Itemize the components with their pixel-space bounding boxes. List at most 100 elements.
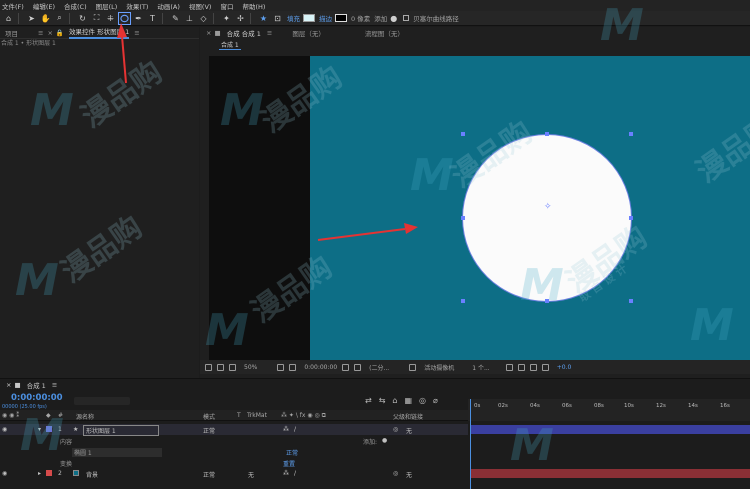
playhead[interactable]: [470, 399, 471, 489]
roto-brush-tool-icon[interactable]: ✦: [221, 13, 232, 24]
menu-layer[interactable]: 图层(L): [96, 1, 118, 11]
tab-effect-controls[interactable]: 效果控件 形状图层 1: [69, 26, 130, 39]
close-icon[interactable]: ×: [6, 381, 11, 389]
pen-tool-icon[interactable]: ✒: [133, 13, 144, 24]
parent-select[interactable]: 无: [406, 426, 412, 435]
stroke-color-swatch[interactable]: [335, 14, 347, 22]
comp-canvas[interactable]: ✧: [310, 56, 750, 360]
bbox-handle-bottom-right[interactable]: [629, 299, 633, 303]
bbox-handle-bottom[interactable]: [545, 299, 549, 303]
layer-mode-select[interactable]: 正常: [203, 470, 215, 479]
trkmat-select[interactable]: 无: [248, 470, 254, 479]
switch-shy-icon[interactable]: ⁂: [283, 426, 289, 433]
visibility-icon[interactable]: ◉: [2, 470, 7, 477]
type-tool-icon[interactable]: T: [147, 13, 158, 24]
color-channels-icon[interactable]: [354, 363, 362, 371]
layer-row[interactable]: ◉ ▸ 2 背景 正常 无 ⁂ / ◎ 无: [0, 468, 468, 479]
panel-menu-icon[interactable]: ≡: [52, 381, 57, 389]
pan-behind-tool-icon[interactable]: ⁜: [105, 13, 116, 24]
anchor-point-icon[interactable]: ✧: [544, 203, 552, 212]
fill-label[interactable]: 填充: [287, 13, 300, 23]
panel-menu-icon[interactable]: ≡: [267, 29, 272, 37]
tab-timeline-comp[interactable]: 合成 1: [27, 380, 46, 390]
views-layout-icon[interactable]: [505, 363, 513, 371]
fill-color-swatch[interactable]: [303, 14, 315, 22]
current-time[interactable]: 0:00:00:00: [304, 364, 337, 371]
bbox-handle-bottom-left[interactable]: [461, 299, 465, 303]
clone-stamp-tool-icon[interactable]: ⊥: [184, 13, 195, 24]
lock-icon[interactable]: 🔒: [56, 29, 64, 37]
selection-tool-icon[interactable]: ➤: [26, 13, 37, 24]
render-queue-icon[interactable]: ■: [14, 381, 20, 389]
stroke-label[interactable]: 描边: [319, 13, 332, 23]
expand-arrow-icon[interactable]: ▾: [38, 426, 41, 433]
eraser-tool-icon[interactable]: ◇: [198, 13, 209, 24]
ellipse-tool-icon[interactable]: [118, 11, 131, 25]
layer-duration-bar[interactable]: [471, 425, 750, 434]
snapshot-icon[interactable]: [342, 363, 350, 371]
camera-select[interactable]: 活动摄像机: [424, 363, 454, 372]
brush-tool-icon[interactable]: ✎: [170, 13, 181, 24]
resolution-select[interactable]: (二分...: [369, 363, 389, 372]
layer-row[interactable]: ◉ ▾ 1 ★ 形状图层 1 正常 ⁂ / ◎ 无: [0, 424, 468, 436]
column-parent[interactable]: 父级和链接: [393, 412, 423, 421]
close-icon[interactable]: ×: [47, 29, 52, 37]
rotate-tool-icon[interactable]: ↻: [77, 13, 88, 24]
parent-pick-icon[interactable]: ◎: [393, 470, 398, 477]
column-mode[interactable]: 模式: [203, 412, 215, 421]
fit-icon[interactable]: [277, 363, 285, 371]
camera-tool-icon[interactable]: ⛶: [91, 13, 102, 24]
exposure-icon[interactable]: [541, 363, 549, 371]
display-icon[interactable]: [217, 363, 224, 371]
panel-menu-icon[interactable]: ≡: [134, 29, 139, 37]
panel-menu-icon[interactable]: ≡: [38, 29, 43, 37]
exposure-value[interactable]: +0.0: [557, 364, 572, 371]
menu-composition[interactable]: 合成(C): [64, 1, 87, 11]
layer-name[interactable]: 背景: [86, 470, 98, 479]
layer-duration-bar[interactable]: [471, 469, 750, 478]
menu-edit[interactable]: 编辑(E): [33, 1, 55, 11]
bbox-handle-top-right[interactable]: [629, 132, 633, 136]
layer-mode-select[interactable]: 正常: [203, 426, 215, 435]
transparency-grid-icon[interactable]: [409, 363, 417, 371]
bbox-handle-right[interactable]: [629, 216, 633, 220]
draft-3d-icon[interactable]: [529, 363, 537, 371]
preview-icon[interactable]: [205, 363, 212, 371]
ellipse-group-label[interactable]: 椭圆 1: [72, 448, 162, 457]
time-ruler[interactable]: 0s 02s 04s 06s 08s 10s 12s 14s 16s: [468, 399, 750, 421]
star-options-icon[interactable]: ★: [258, 13, 269, 24]
transform-label[interactable]: 变换: [60, 459, 72, 468]
tab-composition[interactable]: 合成 合成 1: [227, 28, 261, 38]
menu-window[interactable]: 窗口: [220, 1, 233, 11]
menu-animation[interactable]: 动画(A): [157, 1, 180, 11]
parent-select[interactable]: 无: [406, 470, 412, 479]
bezier-path-checkbox[interactable]: [403, 15, 410, 21]
mask-icon[interactable]: [229, 363, 236, 371]
bbox-handle-left[interactable]: [461, 216, 465, 220]
home-icon[interactable]: ⌂: [3, 13, 14, 24]
add-label[interactable]: 添加:: [363, 437, 377, 446]
layer-search-input[interactable]: [74, 397, 130, 405]
switch-shy-icon[interactable]: ⁂: [283, 470, 289, 477]
tab-project[interactable]: 项目: [5, 28, 18, 38]
puppet-tool-icon[interactable]: ✢: [235, 13, 246, 24]
parent-pick-icon[interactable]: ◎: [393, 426, 398, 433]
close-icon[interactable]: ×: [206, 29, 211, 37]
expand-arrow-icon[interactable]: ▸: [38, 470, 41, 477]
add-label[interactable]: 添加: [374, 13, 387, 23]
timecode-display[interactable]: 0:00:00:00: [11, 393, 63, 403]
lock-icon[interactable]: ■: [214, 29, 220, 37]
column-switches[interactable]: ◉ ◉ ⁑: [2, 412, 19, 419]
hand-tool-icon[interactable]: ✋: [40, 13, 51, 24]
stroke-width-value[interactable]: 0 像素: [351, 13, 370, 23]
switch-pen-icon[interactable]: /: [294, 470, 296, 477]
comp-viewport[interactable]: ✧: [209, 56, 750, 360]
zoom-tool-icon[interactable]: ⌕: [54, 13, 65, 24]
ellipse-mode-select[interactable]: 正常: [286, 448, 298, 457]
menu-file[interactable]: 文件(F): [2, 1, 24, 11]
add-icon[interactable]: ●: [382, 437, 387, 444]
bbox-handle-top[interactable]: [545, 132, 549, 136]
timeline-switch-icons[interactable]: ⇄⇆⌂▦◎⌀: [365, 396, 445, 405]
column-layer-switches[interactable]: ⁂ ✦ \ fx ◉ ◎ ⧉: [281, 412, 326, 420]
comp-subtab[interactable]: 合成 1: [219, 40, 241, 50]
